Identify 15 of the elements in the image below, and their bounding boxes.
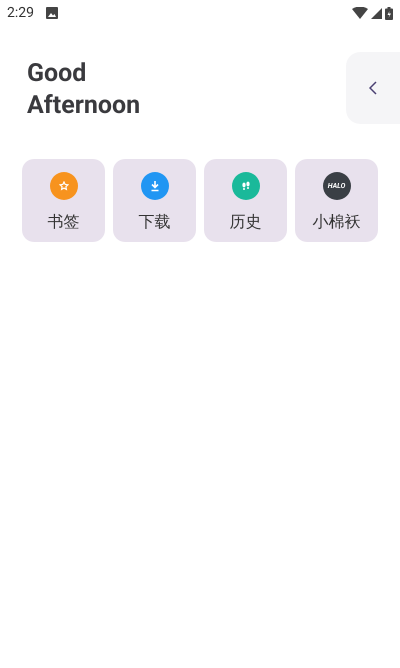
image-icon <box>46 7 58 19</box>
shortcut-tile[interactable]: 历史 <box>204 159 287 242</box>
wifi-icon <box>352 7 368 19</box>
star-icon <box>58 181 68 191</box>
collapse-button[interactable] <box>346 52 400 124</box>
signal-icon <box>371 8 382 18</box>
status-time: 2:29 <box>7 4 34 22</box>
greeting-text: Afternoon <box>27 90 140 122</box>
footprints-icon <box>240 180 252 192</box>
greeting-text: Good <box>27 58 88 90</box>
chevron-left-icon <box>369 81 377 95</box>
shortcut-tile[interactable]: 书签 <box>22 159 105 242</box>
download-icon <box>148 180 160 192</box>
battery-icon <box>385 6 393 20</box>
shortcut-tile[interactable]: 下载 <box>113 159 196 242</box>
